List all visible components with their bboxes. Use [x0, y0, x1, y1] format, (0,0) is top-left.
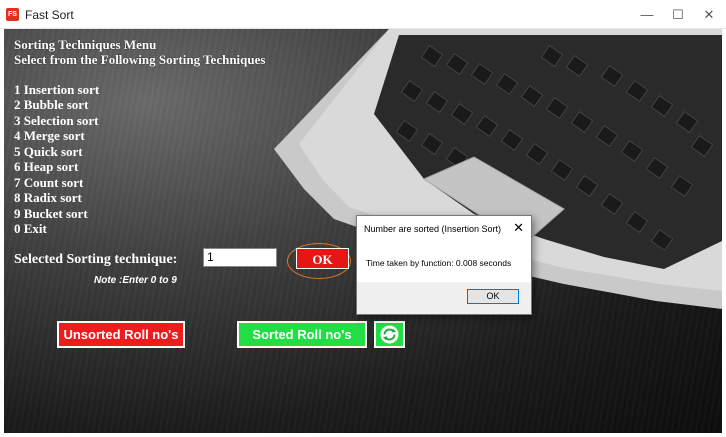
technique-input[interactable]: 1: [203, 248, 277, 267]
menu-option-heap: 6 Heap sort: [14, 159, 79, 174]
refresh-button[interactable]: [374, 321, 405, 348]
dialog-ok-button[interactable]: OK: [467, 289, 519, 304]
menu-subheading: Select from the Following Sorting Techni…: [14, 52, 266, 67]
menu-option-insertion: 1 Insertion sort: [14, 82, 100, 97]
dialog-message: Time taken by function: 0.008 seconds: [366, 258, 512, 268]
menu-option-exit: 0 Exit: [14, 221, 47, 236]
menu-option-bucket: 9 Bucket sort: [14, 206, 88, 221]
main-panel: Sorting Techniques Menu Select from the …: [4, 29, 722, 433]
minimize-button[interactable]: —: [632, 4, 662, 26]
unsorted-roll-button[interactable]: Unsorted Roll no's: [57, 321, 185, 348]
sorted-roll-button[interactable]: Sorted Roll no's: [237, 321, 367, 348]
ok-button[interactable]: OK: [296, 248, 349, 269]
menu-option-count: 7 Count sort: [14, 175, 84, 190]
dialog-footer: OK: [357, 282, 531, 314]
menu-option-merge: 4 Merge sort: [14, 128, 85, 143]
maximize-button[interactable]: ☐: [663, 4, 693, 26]
menu-option-selection: 3 Selection sort: [14, 113, 99, 128]
selected-technique-label: Selected Sorting technique:: [14, 252, 178, 267]
dialog-title: Number are sorted (Insertion Sort): [364, 224, 502, 234]
menu-option-bubble: 2 Bubble sort: [14, 97, 89, 112]
sort-result-dialog: Number are sorted (Insertion Sort) ✕ Tim…: [356, 215, 532, 315]
input-note: Note :Enter 0 to 9: [94, 275, 177, 286]
refresh-icon: [380, 325, 399, 344]
window-title: Fast Sort: [25, 8, 74, 22]
menu-option-radix: 8 Radix sort: [14, 190, 82, 205]
app-icon: FS: [6, 8, 19, 21]
close-button[interactable]: ✕: [694, 4, 724, 26]
menu-heading: Sorting Techniques Menu: [14, 37, 157, 52]
title-bar: FS Fast Sort — ☐ ✕: [0, 0, 726, 29]
menu-option-quick: 5 Quick sort: [14, 144, 83, 159]
dialog-close-icon[interactable]: ✕: [513, 220, 524, 236]
